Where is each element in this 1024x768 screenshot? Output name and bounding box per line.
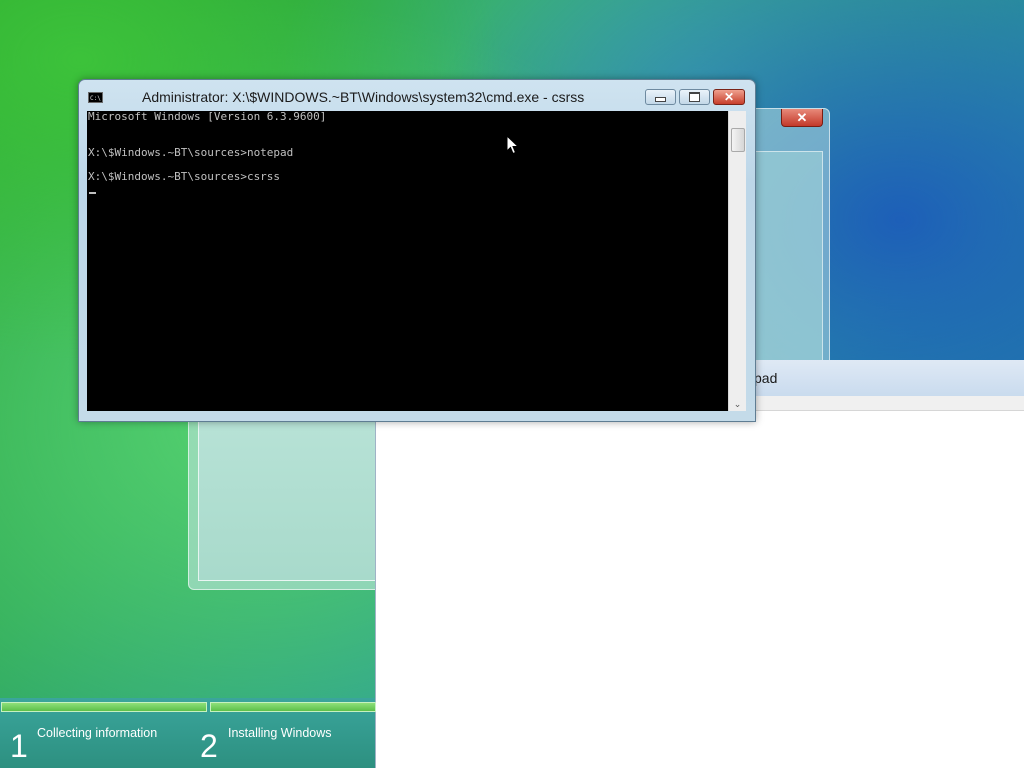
maximize-icon — [689, 92, 700, 102]
progress-segment-collecting — [1, 702, 207, 712]
cmd-app-icon[interactable]: C:\ — [88, 92, 103, 103]
text-cursor — [89, 192, 96, 194]
console-line-notepad: X:\$Windows.~BT\sources>notepad — [88, 146, 294, 159]
step-number-1: 1 — [10, 728, 28, 764]
close-icon: ✕ — [796, 109, 808, 125]
setup-window-back-panel — [755, 151, 823, 361]
console-output[interactable]: Microsoft Windows [Version 6.3.9600] X:\… — [87, 111, 728, 411]
console-line-version: Microsoft Windows [Version 6.3.9600] — [88, 110, 327, 123]
minimize-button[interactable] — [645, 89, 676, 105]
setup-progress-panel: 1 Collecting information 2 Installing Wi… — [0, 698, 376, 768]
cmd-window[interactable]: C:\ Administrator: X:\$WINDOWS.~BT\Windo… — [78, 79, 756, 422]
minimize-icon — [655, 97, 666, 102]
cmd-title: Administrator: X:\$WINDOWS.~BT\Windows\s… — [142, 89, 585, 105]
setup-window-main-panel — [198, 421, 376, 581]
progress-segment-installing — [210, 702, 376, 712]
mouse-pointer-icon — [506, 135, 520, 155]
step-label-1: Collecting information — [37, 726, 158, 740]
scroll-down-icon[interactable]: ⌄ — [729, 397, 746, 411]
notepad-text-area[interactable]: hello — [384, 411, 1024, 768]
step-label-2: Installing Windows — [228, 726, 332, 740]
setup-window-main — [188, 410, 377, 590]
vertical-scrollbar[interactable]: ▲ ⌄ — [728, 111, 746, 411]
close-icon: ✕ — [723, 90, 735, 104]
setup-close-button[interactable]: ✕ — [781, 109, 823, 127]
step-number-2: 2 — [200, 728, 218, 764]
maximize-button[interactable] — [679, 89, 710, 105]
console-line-csrss: X:\$Windows.~BT\sources>csrss — [88, 170, 281, 183]
scroll-thumb[interactable] — [731, 128, 745, 152]
notepad-title: pad — [754, 370, 778, 386]
cmd-titlebar[interactable]: C:\ Administrator: X:\$WINDOWS.~BT\Windo… — [79, 80, 755, 111]
close-button[interactable]: ✕ — [713, 89, 745, 105]
